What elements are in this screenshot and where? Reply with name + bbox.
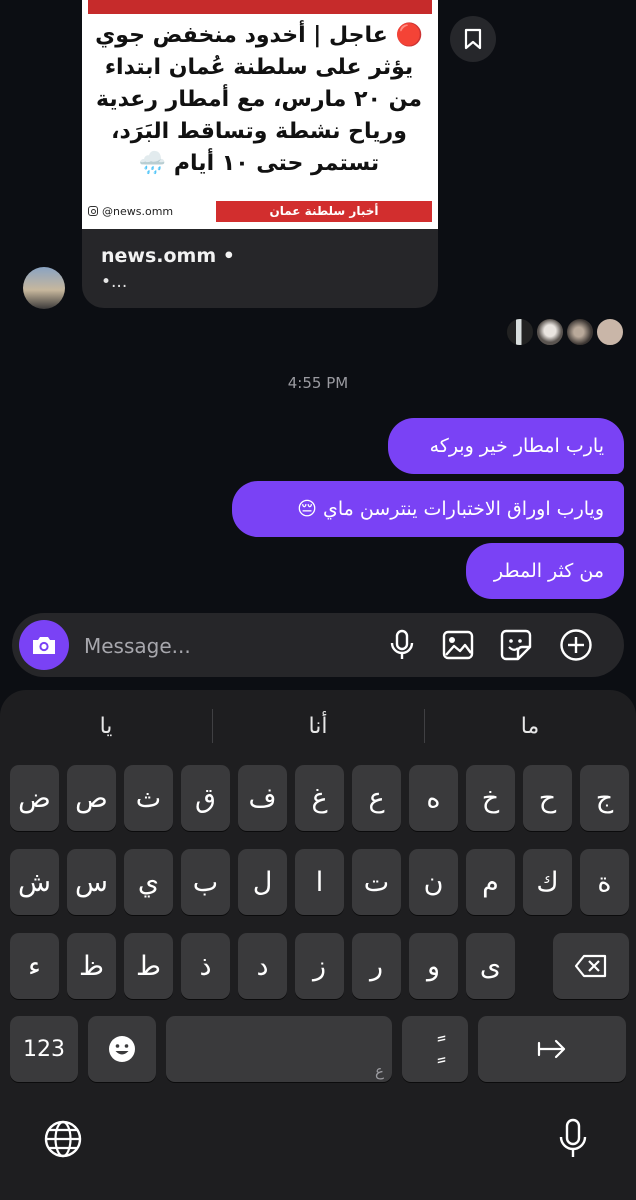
- key[interactable]: ى: [466, 933, 515, 999]
- suggestion-center[interactable]: أنا: [212, 690, 424, 762]
- key[interactable]: ت: [352, 849, 401, 915]
- post-line: 🔴 عاجل | أخدود منخفض جوي: [95, 23, 423, 48]
- post-line: من ٢٠ مارس، مع أمطار رعدية: [95, 87, 422, 112]
- key[interactable]: ط: [124, 933, 173, 999]
- key[interactable]: ك: [523, 849, 572, 915]
- message-bubble[interactable]: ويارب اوراق الاختبارات ينترسن ماي 😔: [232, 481, 624, 537]
- post-image[interactable]: 🔴 عاجل | أخدود منخفض جوي يؤثر على سلطنة …: [82, 0, 438, 229]
- tanween-key[interactable]: ًٍ: [402, 1016, 468, 1082]
- suggestion-right[interactable]: ما: [424, 690, 636, 762]
- key[interactable]: ا: [295, 849, 344, 915]
- image-icon: [442, 630, 474, 660]
- post-brand-banner: أخبار سلطنة عمان: [216, 201, 432, 222]
- voice-message-button[interactable]: [382, 625, 422, 665]
- seen-by-avatars[interactable]: [506, 318, 624, 346]
- message-timestamp: 4:55 PM: [287, 374, 349, 392]
- avatar: [566, 318, 594, 346]
- return-arrow-icon: [537, 1039, 566, 1059]
- key[interactable]: ج: [580, 765, 629, 831]
- key[interactable]: ظ: [67, 933, 116, 999]
- key[interactable]: د: [238, 933, 287, 999]
- post-line: ورياح نشطة وتساقط البَرَد،: [111, 119, 407, 144]
- globe-icon: [44, 1120, 82, 1158]
- microphone-icon: [390, 629, 414, 659]
- more-options-button[interactable]: [556, 625, 596, 665]
- return-key[interactable]: [478, 1016, 626, 1082]
- post-headline: 🔴 عاجل | أخدود منخفض جوي يؤثر على سلطنة …: [92, 20, 426, 180]
- message-input[interactable]: [82, 625, 366, 667]
- microphone-icon: [559, 1118, 587, 1157]
- post-top-bar: [88, 0, 432, 14]
- arabic-keyboard: يا أنا ما ض ص ث ق ف غ ع ه خ ح ج ش س ي ب …: [0, 690, 636, 1200]
- key[interactable]: م: [466, 849, 515, 915]
- gallery-button[interactable]: [438, 625, 478, 665]
- post-caption: •...: [101, 272, 128, 292]
- key[interactable]: خ: [466, 765, 515, 831]
- shared-post-card[interactable]: 🔴 عاجل | أخدود منخفض جوي يؤثر على سلطنة …: [82, 0, 438, 308]
- message-bubble[interactable]: يارب امطار خير وبركه: [388, 418, 624, 474]
- space-language-hint: ع: [375, 1062, 384, 1080]
- key[interactable]: ه: [409, 765, 458, 831]
- camera-icon: [33, 637, 55, 654]
- avatar: [596, 318, 624, 346]
- key[interactable]: ع: [352, 765, 401, 831]
- instagram-icon: [88, 206, 98, 216]
- key[interactable]: ة: [580, 849, 629, 915]
- message-bubble[interactable]: من كثر المطر: [466, 543, 624, 599]
- key[interactable]: ث: [124, 765, 173, 831]
- key[interactable]: ف: [238, 765, 287, 831]
- key[interactable]: ق: [181, 765, 230, 831]
- key[interactable]: ل: [238, 849, 287, 915]
- space-bar[interactable]: ع: [166, 1016, 392, 1082]
- message-composer: [12, 613, 624, 677]
- suggestion-left[interactable]: يا: [0, 690, 212, 762]
- post-handle-text: @news.omm: [102, 204, 174, 218]
- plus-circle-icon: [560, 629, 592, 661]
- dictation-button[interactable]: [549, 1115, 597, 1163]
- post-line: تستمر حتى ١٠ أيام 🌧️: [138, 151, 380, 176]
- emoji-icon: [109, 1036, 135, 1062]
- key[interactable]: ح: [523, 765, 572, 831]
- key[interactable]: ي: [124, 849, 173, 915]
- avatar: [536, 318, 564, 346]
- avatar: [506, 318, 534, 346]
- key[interactable]: غ: [295, 765, 344, 831]
- key[interactable]: ز: [295, 933, 344, 999]
- bookmark-icon: [464, 28, 482, 50]
- post-handle: @news.omm: [88, 203, 173, 219]
- post-line: يؤثر على سلطنة عُمان ابتداء: [104, 55, 414, 80]
- key[interactable]: س: [67, 849, 116, 915]
- post-author[interactable]: news.omm •: [101, 245, 235, 267]
- key[interactable]: و: [409, 933, 458, 999]
- sticker-icon: [500, 629, 532, 661]
- camera-button[interactable]: [19, 620, 69, 670]
- emoji-key[interactable]: [88, 1016, 156, 1082]
- key[interactable]: ض: [10, 765, 59, 831]
- backspace-key[interactable]: [553, 933, 629, 999]
- key[interactable]: ب: [181, 849, 230, 915]
- key[interactable]: ن: [409, 849, 458, 915]
- save-post-button[interactable]: [450, 16, 496, 62]
- key[interactable]: ء: [10, 933, 59, 999]
- backspace-icon: [574, 954, 607, 978]
- key[interactable]: ش: [10, 849, 59, 915]
- numbers-key[interactable]: 123: [10, 1016, 78, 1082]
- language-switch-button[interactable]: [39, 1115, 87, 1163]
- chat-thread: 🔴 عاجل | أخدود منخفض جوي يؤثر على سلطنة …: [0, 0, 636, 690]
- key[interactable]: ر: [352, 933, 401, 999]
- key[interactable]: ص: [67, 765, 116, 831]
- sticker-button[interactable]: [496, 625, 536, 665]
- sender-avatar[interactable]: [23, 267, 65, 309]
- key[interactable]: ذ: [181, 933, 230, 999]
